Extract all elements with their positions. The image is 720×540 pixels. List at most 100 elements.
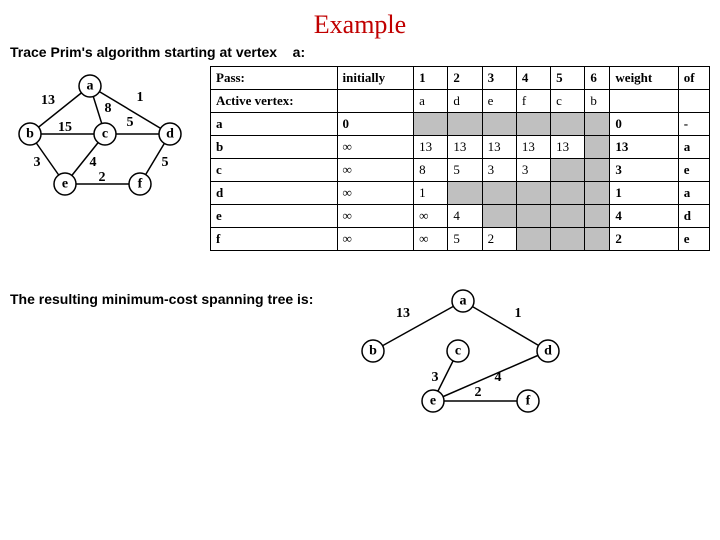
row-init: 0 [337, 113, 414, 136]
row-cell: 1 [414, 182, 448, 205]
node-d: d [166, 127, 174, 142]
td-active-2: e [482, 90, 516, 113]
row-of: e [678, 228, 709, 251]
subtitle-text: Trace Prim's algorithm starting at verte… [10, 44, 277, 60]
row-cell: 3 [516, 159, 550, 182]
node-b: b [26, 127, 34, 142]
node-a: a [87, 79, 94, 94]
table-row: b∞131313131313a [211, 136, 710, 159]
row-cell [516, 228, 550, 251]
edge-be-weight: 3 [34, 155, 41, 170]
row-cell: ∞ [414, 228, 448, 251]
th-pass-5: 6 [585, 67, 610, 90]
node-f: f [138, 177, 143, 192]
th-pass-2: 3 [482, 67, 516, 90]
edge-ac-weight: 8 [105, 101, 112, 116]
td-active-5: b [585, 90, 610, 113]
mst-node-b: b [369, 344, 377, 359]
row-cell: 13 [448, 136, 482, 159]
row-final: 3 [610, 159, 678, 182]
row-cell [585, 182, 610, 205]
row-cell: 4 [448, 205, 482, 228]
edge-bc-weight: 15 [58, 120, 72, 135]
row-cell [448, 182, 482, 205]
prim-table: Pass:initially123456weightofActive verte… [210, 66, 710, 251]
row-final: 2 [610, 228, 678, 251]
page-title: Example [10, 10, 710, 40]
row-cell [516, 113, 550, 136]
table-row: e∞∞44d [211, 205, 710, 228]
row-vertex: e [211, 205, 338, 228]
row-cell [414, 113, 448, 136]
mst-node-f: f [526, 394, 531, 409]
row-of: a [678, 136, 709, 159]
edge-ce-weight: 4 [90, 155, 97, 170]
row-cell [585, 113, 610, 136]
mst-ce-weight: 3 [432, 370, 439, 385]
row-cell [551, 159, 585, 182]
mst-node-d: d [544, 344, 552, 359]
td-active-1: d [448, 90, 482, 113]
mst-node-a: a [460, 294, 467, 309]
th-pass-3: 4 [516, 67, 550, 90]
td-active-3: f [516, 90, 550, 113]
row-cell [482, 205, 516, 228]
row-of: - [678, 113, 709, 136]
row-final: 13 [610, 136, 678, 159]
row-cell: 13 [551, 136, 585, 159]
table-row: a00- [211, 113, 710, 136]
th-pass-0: 1 [414, 67, 448, 90]
row-final: 1 [610, 182, 678, 205]
th-initially: initially [337, 67, 414, 90]
row-cell: 5 [448, 228, 482, 251]
row-cell [551, 113, 585, 136]
row-cell [551, 205, 585, 228]
row-cell [551, 228, 585, 251]
row-cell [585, 228, 610, 251]
row-cell: 3 [482, 159, 516, 182]
td-active-4: c [551, 90, 585, 113]
table-row: f∞∞522e [211, 228, 710, 251]
edge-cd-weight: 5 [127, 115, 134, 130]
mst-ad-weight: 1 [515, 306, 522, 321]
result-text: The resulting minimum-cost spanning tree… [10, 281, 313, 307]
row-init: ∞ [337, 159, 414, 182]
row-cell: 13 [516, 136, 550, 159]
row-vertex: c [211, 159, 338, 182]
row-vertex: a [211, 113, 338, 136]
row-cell [516, 182, 550, 205]
subtitle-vertex: a: [293, 44, 305, 60]
th-pass-4: 5 [551, 67, 585, 90]
mst-de-weight: 4 [495, 370, 502, 385]
row-init: ∞ [337, 136, 414, 159]
row-cell: 8 [414, 159, 448, 182]
td-active-0: a [414, 90, 448, 113]
node-c: c [102, 127, 108, 142]
td-active-w [610, 90, 678, 113]
row-cell [551, 182, 585, 205]
mst-ef-weight: 2 [475, 385, 482, 400]
mst-node-c: c [455, 344, 461, 359]
mst-ab-weight: 13 [396, 306, 410, 321]
th-pass: Pass: [211, 67, 338, 90]
th-weight: weight [610, 67, 678, 90]
graph-original: 13 8 1 15 5 3 4 2 5 a b c d e f [10, 66, 200, 216]
table-row: c∞85333e [211, 159, 710, 182]
edge-ef-weight: 2 [99, 170, 106, 185]
edge-df-weight: 5 [162, 155, 169, 170]
row-cell [585, 136, 610, 159]
row-cell: 13 [414, 136, 448, 159]
bottom-section: The resulting minimum-cost spanning tree… [10, 281, 710, 431]
td-active-of [678, 90, 709, 113]
top-section: 13 8 1 15 5 3 4 2 5 a b c d e f Pass:ini… [10, 66, 710, 251]
td-active-init [337, 90, 414, 113]
row-init: ∞ [337, 182, 414, 205]
edge-ab-weight: 13 [41, 93, 55, 108]
row-final: 0 [610, 113, 678, 136]
row-cell: 13 [482, 136, 516, 159]
subtitle: Trace Prim's algorithm starting at verte… [10, 44, 710, 60]
row-vertex: b [211, 136, 338, 159]
row-vertex: d [211, 182, 338, 205]
th-of: of [678, 67, 709, 90]
row-cell: 2 [482, 228, 516, 251]
